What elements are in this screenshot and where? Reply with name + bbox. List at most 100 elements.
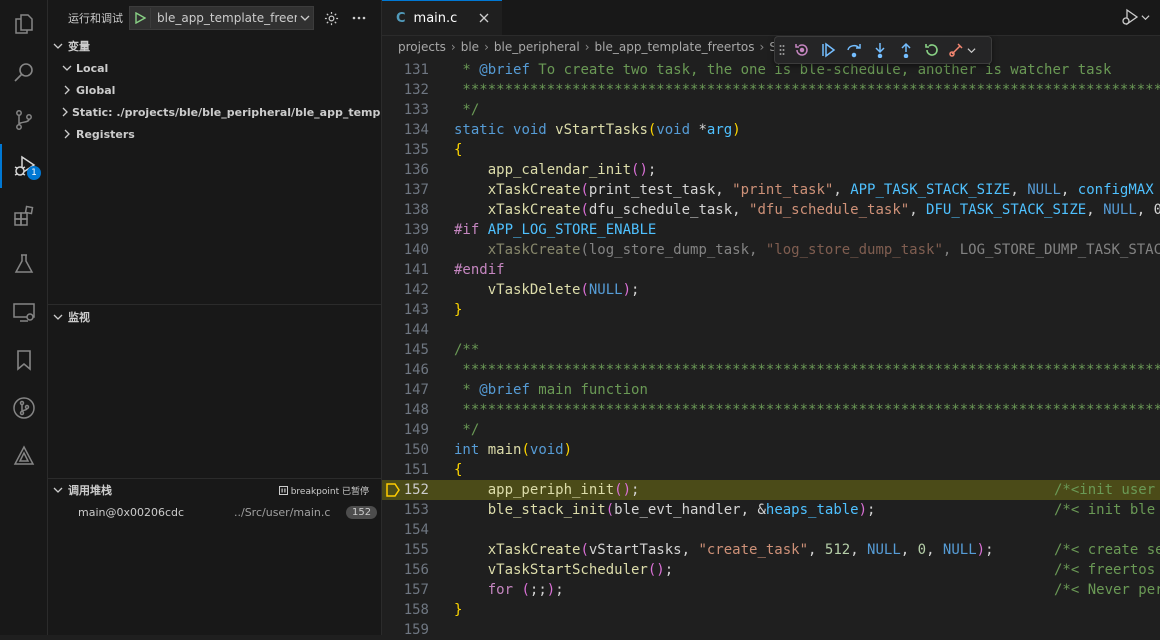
code-line[interactable]: 135 { <box>382 140 1160 160</box>
more-actions-icon[interactable] <box>348 7 370 29</box>
call-stack-section-header[interactable]: 调用堆栈 breakpoint 已暂停 <box>48 479 381 501</box>
stack-frame[interactable]: main@0x00206cdc ../Src/user/main.c 152 <box>48 502 381 522</box>
code-line[interactable]: 157 for (;;); /*< Never per <box>382 580 1160 600</box>
code-line[interactable]: 156 vTaskStartScheduler(); /*< freertos <box>382 560 1160 580</box>
code-line[interactable]: 154 <box>382 520 1160 540</box>
code-line[interactable]: 143} <box>382 300 1160 320</box>
code-line[interactable]: 145 /** <box>382 340 1160 360</box>
run-debug-icon[interactable] <box>1121 8 1139 26</box>
line-number[interactable]: 136 <box>389 160 429 180</box>
run-debug-editor-action[interactable] <box>1121 8 1150 26</box>
gear-icon[interactable] <box>320 7 342 29</box>
line-number[interactable]: 133 <box>389 100 429 120</box>
continue-button[interactable] <box>815 38 841 62</box>
variables-section-header[interactable]: 变量 <box>48 35 381 57</box>
breadcrumb-item[interactable]: ble_peripheral <box>494 40 580 54</box>
code-line[interactable]: 148 ************************************… <box>382 400 1160 420</box>
line-number[interactable]: 134 <box>389 120 429 140</box>
line-number[interactable]: 157 <box>389 580 429 600</box>
breadcrumb-item[interactable]: projects <box>398 40 446 54</box>
debug-config-select[interactable]: ble_app_template_freer <box>129 6 314 30</box>
line-number[interactable]: 155 <box>389 540 429 560</box>
line-number[interactable]: 146 <box>389 360 429 380</box>
line-number[interactable]: 137 <box>389 180 429 200</box>
code-line[interactable]: 153 ble_stack_init(ble_evt_handler, &hea… <box>382 500 1160 520</box>
chevron-down-icon[interactable] <box>1141 13 1150 22</box>
start-debug-button[interactable] <box>130 8 151 28</box>
code-line[interactable]: 139 #if APP_LOG_STORE_ENABLE <box>382 220 1160 240</box>
code-line[interactable]: 147 * @brief main function <box>382 380 1160 400</box>
line-number[interactable]: 132 <box>389 80 429 100</box>
line-number[interactable]: 151 <box>389 460 429 480</box>
testing-icon[interactable] <box>0 242 47 286</box>
reset-device-button[interactable] <box>789 38 815 62</box>
step-out-button[interactable] <box>893 38 919 62</box>
chevron-down-icon[interactable] <box>297 13 313 23</box>
code-line[interactable]: 158} <box>382 600 1160 620</box>
tab-main-c[interactable]: C main.c <box>382 0 502 35</box>
search-icon[interactable] <box>0 50 47 94</box>
line-number[interactable]: 148 <box>389 400 429 420</box>
code-line[interactable]: 144 <box>382 320 1160 340</box>
line-number[interactable]: 150 <box>389 440 429 460</box>
close-icon[interactable] <box>479 13 489 23</box>
variables-scope-static[interactable]: Static: ./projects/ble/ble_peripheral/bl… <box>48 101 381 123</box>
code-line[interactable]: 138 xTaskCreate(dfu_schedule_task, "dfu_… <box>382 200 1160 220</box>
line-number[interactable]: 158 <box>389 600 429 620</box>
code-line[interactable]: 146 ************************************… <box>382 360 1160 380</box>
code-line[interactable]: 140 xTaskCreate(log_store_dump_task, "lo… <box>382 240 1160 260</box>
line-number[interactable]: 140 <box>389 240 429 260</box>
bookmarks-icon[interactable] <box>0 338 47 382</box>
code-line[interactable]: 141 #endif <box>382 260 1160 280</box>
drag-handle-icon[interactable] <box>775 38 789 62</box>
line-number[interactable]: 139 <box>389 220 429 240</box>
debug-config-name[interactable]: ble_app_template_freer <box>151 11 297 25</box>
line-number[interactable]: 153 <box>389 500 429 520</box>
code-line[interactable]: 151 { <box>382 460 1160 480</box>
chevron-down-icon[interactable] <box>967 46 976 55</box>
line-number[interactable]: 149 <box>389 420 429 440</box>
code-line[interactable]: 136 app_calendar_init(); <box>382 160 1160 180</box>
source-control-icon[interactable] <box>0 98 47 142</box>
line-number[interactable]: 145 <box>389 340 429 360</box>
line-number[interactable]: 159 <box>389 620 429 640</box>
line-number[interactable]: 135 <box>389 140 429 160</box>
code-line[interactable]: 155 xTaskCreate(vStartTasks, "create_tas… <box>382 540 1160 560</box>
git-graph-icon[interactable] <box>0 386 47 430</box>
line-number[interactable]: 142 <box>389 280 429 300</box>
disconnect-button[interactable] <box>945 38 979 62</box>
code-line[interactable]: 131 * @brief To create two task, the one… <box>382 60 1160 80</box>
code-line[interactable]: 152 app_periph_init();/*<init user <box>382 480 1160 500</box>
code-line[interactable]: 133 */ <box>382 100 1160 120</box>
variables-scope-local[interactable]: Local <box>48 57 381 79</box>
line-number[interactable]: 147 <box>389 380 429 400</box>
line-number[interactable]: 143 <box>389 300 429 320</box>
variables-scope-registers[interactable]: Registers <box>48 123 381 145</box>
line-number[interactable]: 156 <box>389 560 429 580</box>
breadcrumb-item[interactable]: ble_app_template_freertos <box>595 40 755 54</box>
code-editor[interactable]: 131 * @brief To create two task, the one… <box>382 60 1160 638</box>
remote-explorer-icon[interactable] <box>0 290 47 334</box>
step-over-button[interactable] <box>841 38 867 62</box>
extensions-icon[interactable] <box>0 194 47 238</box>
line-number[interactable]: 154 <box>389 520 429 540</box>
watch-section-header[interactable]: 监视 <box>48 306 381 328</box>
code-line[interactable]: 159 <box>382 620 1160 640</box>
step-into-button[interactable] <box>867 38 893 62</box>
explorer-icon[interactable] <box>0 2 47 46</box>
restart-button[interactable] <box>919 38 945 62</box>
line-number[interactable]: 138 <box>389 200 429 220</box>
variables-scope-global[interactable]: Global <box>48 79 381 101</box>
run-debug-icon[interactable]: 1 <box>0 144 47 188</box>
code-line[interactable]: 132 ************************************… <box>382 80 1160 100</box>
code-line[interactable]: 149 */ <box>382 420 1160 440</box>
code-line[interactable]: 134 static void vStartTasks(void *arg) <box>382 120 1160 140</box>
line-number[interactable]: 144 <box>389 320 429 340</box>
line-number[interactable]: 131 <box>389 60 429 80</box>
breadcrumb-item[interactable]: ble <box>461 40 479 54</box>
code-line[interactable]: 137 xTaskCreate(print_test_task, "print_… <box>382 180 1160 200</box>
extension-tool-icon[interactable] <box>0 434 47 478</box>
code-line[interactable]: 142 vTaskDelete(NULL); <box>382 280 1160 300</box>
line-number[interactable]: 141 <box>389 260 429 280</box>
code-line[interactable]: 150 int main(void) <box>382 440 1160 460</box>
